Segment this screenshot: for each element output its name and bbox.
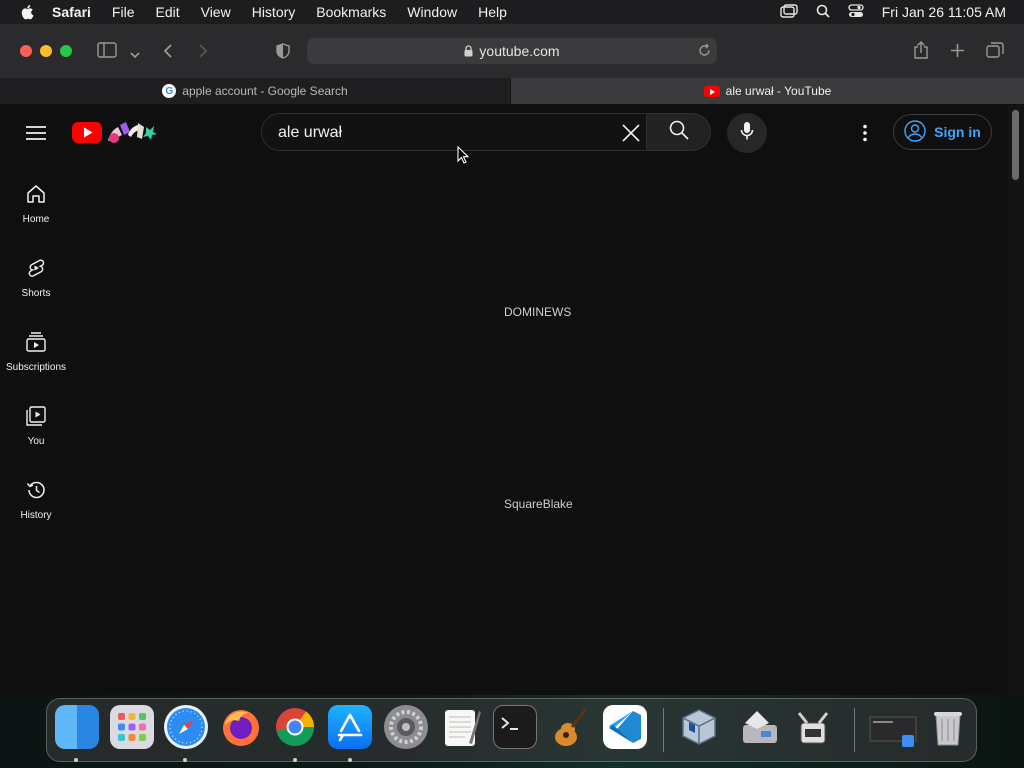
app-store-icon[interactable] [328,705,372,749]
you-icon [25,405,47,436]
home-icon [25,183,47,214]
tab-google-search[interactable]: G apple account - Google Search [0,78,511,104]
sidebar-item-label: History [20,510,52,521]
menu-bar-clock[interactable]: Fri Jan 26 11:05 AM [882,4,1006,20]
search-button[interactable] [647,113,711,151]
system-settings-icon[interactable] [384,705,428,749]
chevron-down-icon[interactable] [130,46,140,64]
sidebar-item-home[interactable]: Home [0,183,72,225]
forward-arrow-icon[interactable] [198,43,208,64]
boot-camp-assistant-icon[interactable] [737,705,781,749]
sidebar-item-label: You [27,436,45,447]
menu-edit[interactable]: Edit [155,4,179,20]
tab-overview-icon[interactable] [986,42,1004,63]
menu-help[interactable]: Help [478,4,507,20]
search-query-text[interactable]: ale urwał [278,124,342,142]
sidebar-item-label: Shorts [21,288,51,299]
menu-file[interactable]: File [112,4,135,20]
dock-divider [854,708,855,752]
history-icon [25,479,47,510]
page-scrollbar[interactable] [1008,105,1024,695]
mouse-cursor-icon [457,145,470,169]
screenshot-thumbnail-icon[interactable] [868,705,917,749]
share-icon[interactable] [913,41,929,64]
close-window-button[interactable] [20,45,32,57]
youtube-page [0,105,1008,695]
running-indicator [183,758,187,762]
safari-app-icon[interactable] [164,705,208,749]
zoom-window-button[interactable] [60,45,72,57]
reload-icon[interactable] [698,43,711,60]
tab-label: ale urwał - YouTube [725,84,832,98]
chrome-icon[interactable] [273,705,317,749]
menu-view[interactable]: View [201,4,231,20]
privacy-shield-icon[interactable] [276,43,290,64]
menu-window[interactable]: Window [407,4,457,20]
running-indicator [348,758,352,762]
hamburger-menu-icon[interactable] [26,125,46,146]
back-arrow-icon[interactable] [163,43,173,64]
youtube-logo-icon[interactable] [72,119,160,150]
voice-search-button[interactable] [727,113,767,153]
sidebar-toggle-icon[interactable] [97,42,117,63]
virtualbox-icon[interactable] [677,705,721,749]
menu-history[interactable]: History [252,4,296,20]
clear-search-icon[interactable] [622,124,640,147]
terminal-icon[interactable] [493,705,537,749]
vscode-icon[interactable] [603,705,647,749]
sidebar-item-you[interactable]: You [0,405,72,447]
garageband-icon[interactable] [548,705,592,749]
sidebar-item-label: Subscriptions [5,362,67,373]
microphone-icon [740,121,754,146]
firefox-icon[interactable] [219,705,263,749]
result-channel-name[interactable]: DOMINEWS [504,305,571,319]
sign-in-label: Sign in [934,124,981,140]
scrollbar-thumb[interactable] [1012,110,1019,180]
address-bar[interactable]: youtube.com [307,38,717,64]
sidebar-item-subscriptions[interactable]: Subscriptions [0,331,72,373]
spotlight-search-icon[interactable] [816,4,830,21]
apple-logo-icon[interactable] [20,4,34,20]
running-indicator [74,758,78,762]
subscriptions-icon [25,331,47,362]
more-options-icon[interactable] [862,124,868,147]
address-url: youtube.com [479,43,560,59]
shorts-icon [25,257,47,288]
lock-icon [464,45,473,57]
tab-youtube[interactable]: ale urwał - YouTube [511,78,1024,104]
sidebar-item-label: Home [22,214,50,225]
dock-divider [663,708,664,752]
control-center-icon[interactable] [848,3,864,21]
sign-in-button[interactable]: Sign in [893,114,992,150]
launchpad-icon[interactable] [110,705,154,749]
trash-icon[interactable] [926,705,970,749]
system-information-icon[interactable] [791,705,835,749]
google-favicon-icon: G [162,84,177,98]
menu-bookmarks[interactable]: Bookmarks [316,4,386,20]
macos-menu-bar: Safari File Edit View History Bookmarks … [0,0,1024,24]
sidebar-item-history[interactable]: History [0,479,72,521]
search-icon [669,120,689,145]
textedit-icon[interactable] [439,705,483,749]
account-circle-icon [904,119,926,145]
tab-label: apple account - Google Search [182,84,348,98]
minimize-window-button[interactable] [40,45,52,57]
youtube-favicon-icon [703,85,720,97]
screen-mirroring-icon[interactable] [780,3,798,21]
menu-safari[interactable]: Safari [52,4,91,20]
new-tab-icon[interactable] [950,43,965,63]
running-indicator [293,758,297,762]
finder-icon[interactable] [55,705,99,749]
tab-bar: G apple account - Google Search ale urwa… [0,78,1024,104]
result-channel-name[interactable]: SquareBlake [504,497,573,511]
sidebar-item-shorts[interactable]: Shorts [0,257,72,299]
